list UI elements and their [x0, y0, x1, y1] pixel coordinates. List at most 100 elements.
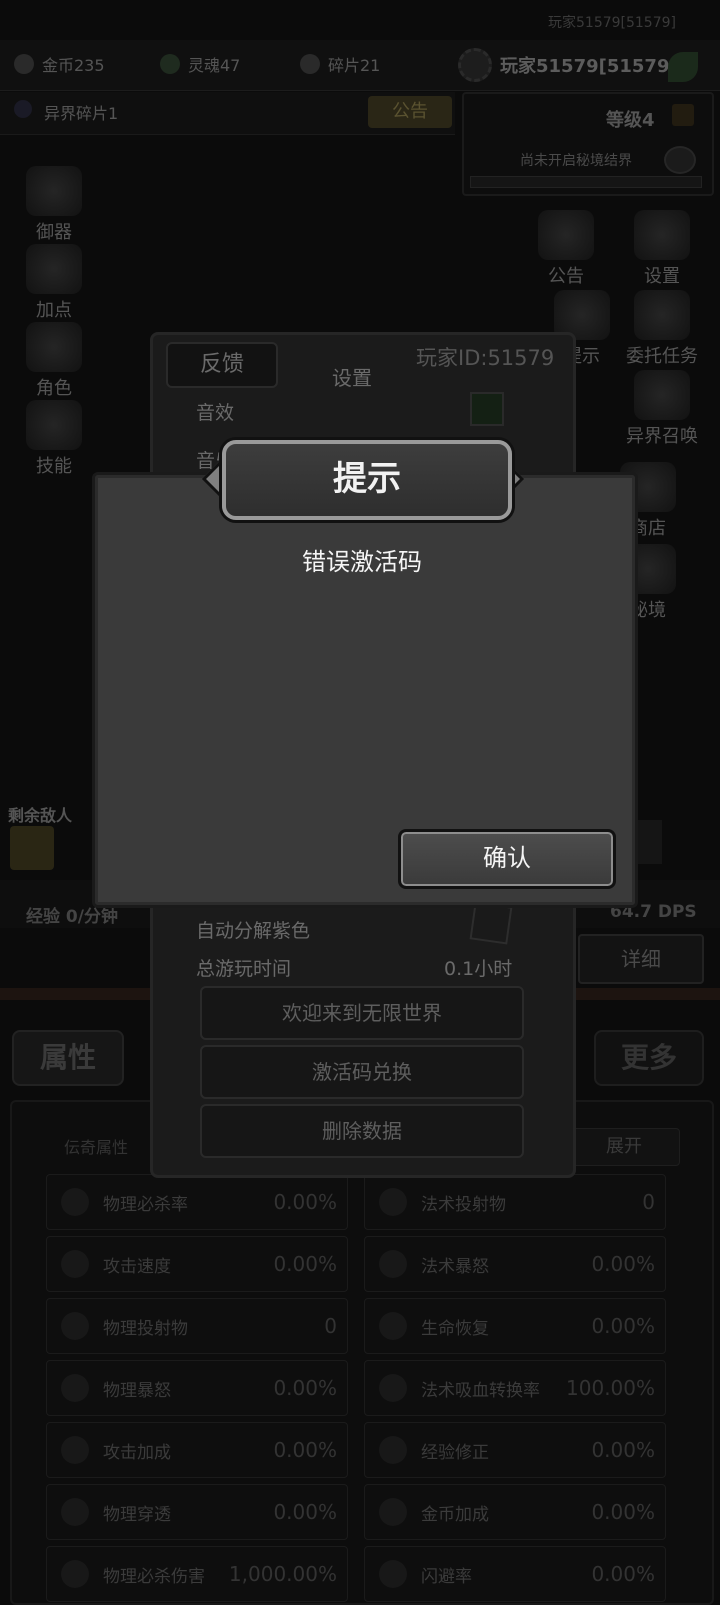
attribute-icon: [61, 1188, 89, 1216]
moon-icon: [14, 100, 32, 118]
summon-icon: [634, 370, 690, 420]
attribute-name: 闪避率: [421, 1567, 472, 1587]
attribute-row: 物理暴怒 0.00%: [46, 1360, 348, 1416]
sound-effect-label: 音效: [196, 402, 235, 424]
menu-notice[interactable]: 公告: [526, 210, 606, 288]
attribute-icon: [379, 1498, 407, 1526]
coin-resource: 金币235: [14, 52, 105, 76]
attribute-value: 100.00%: [566, 1376, 655, 1400]
menu-settings[interactable]: 设置: [622, 210, 702, 288]
attribute-icon: [379, 1374, 407, 1402]
attribute-name: 经验修正: [421, 1443, 489, 1463]
attribute-value: 0: [642, 1190, 655, 1214]
attribute-value: 0.00%: [273, 1438, 337, 1462]
attr-header: 伝奇属性: [64, 1138, 129, 1157]
attribute-icon: [379, 1436, 407, 1464]
soul-resource: 灵魂47: [160, 52, 240, 76]
menu-yuqi[interactable]: 御器: [14, 166, 94, 244]
leaf-icon[interactable]: [668, 52, 698, 82]
attribute-row: 法术暴怒 0.00%: [364, 1236, 666, 1292]
megaphone-icon: [538, 210, 594, 260]
confirm-button[interactable]: 确认: [398, 829, 616, 889]
attribute-icon: [61, 1560, 89, 1588]
attribute-value: 0.00%: [591, 1438, 655, 1462]
top-right-label: 玩家51579[51579]: [548, 15, 676, 31]
remaining-enemies-label: 剩余敌人: [8, 806, 73, 825]
total-play-time-value: 0.1小时: [444, 958, 513, 980]
detail-button[interactable]: 详细: [578, 934, 704, 984]
attribute-row: 攻击速度 0.00%: [46, 1236, 348, 1292]
attribute-value: 0.00%: [591, 1314, 655, 1338]
yuqi-icon: [26, 166, 82, 216]
attribute-row: 攻击加成 0.00%: [46, 1422, 348, 1478]
attribute-row: 物理必杀伤害 1,000.00%: [46, 1546, 348, 1602]
attribute-value: 1,000.00%: [228, 1562, 337, 1586]
soul-icon: [160, 54, 180, 74]
feedback-button[interactable]: 反馈: [166, 342, 278, 388]
dialog-message: 错误激活码: [302, 548, 422, 576]
secret-progress-bar: [470, 176, 702, 188]
tab-more[interactable]: 更多: [594, 1030, 704, 1086]
coin-icon: [14, 54, 34, 74]
attribute-row: 法术投射物 0: [364, 1174, 666, 1230]
attribute-value: 0.00%: [273, 1376, 337, 1400]
shard-resource: 碎片21: [300, 52, 380, 76]
attribute-value: 0.00%: [273, 1190, 337, 1214]
attribute-icon: [61, 1436, 89, 1464]
attribute-name: 法术投射物: [421, 1195, 506, 1215]
attribute-value: 0.00%: [273, 1252, 337, 1276]
attribute-row: 生命恢复 0.00%: [364, 1298, 666, 1354]
enemy-icon: [10, 826, 54, 870]
scroll-icon: [634, 290, 690, 340]
attribute-name: 法术暴怒: [421, 1257, 489, 1277]
attribute-icon: [61, 1374, 89, 1402]
attribute-name: 攻击加成: [103, 1443, 171, 1463]
total-play-time-label: 总游玩时间: [196, 958, 292, 980]
attribute-name: 攻击速度: [103, 1257, 171, 1277]
portal-icon: [664, 146, 696, 174]
menu-jineng[interactable]: 技能: [14, 400, 94, 478]
attribute-icon: [379, 1188, 407, 1216]
attribute-name: 物理穿透: [103, 1505, 171, 1525]
menu-summon[interactable]: 异界召唤: [622, 370, 702, 448]
attribute-row: 法术吸血转换率 100.00%: [364, 1360, 666, 1416]
auto-decompose-label: 自动分解紫色: [196, 920, 311, 942]
attribute-icon: [379, 1250, 407, 1278]
attribute-name: 物理投射物: [103, 1319, 188, 1339]
menu-juese[interactable]: 角色: [14, 322, 94, 400]
jineng-icon: [26, 400, 82, 450]
notice-button[interactable]: 公告: [368, 96, 452, 128]
expand-button[interactable]: 展开: [568, 1128, 680, 1166]
juese-icon: [26, 322, 82, 372]
attribute-icon: [61, 1312, 89, 1340]
attribute-icon: [61, 1250, 89, 1278]
attribute-row: 物理必杀率 0.00%: [46, 1174, 348, 1230]
gear-icon: [634, 210, 690, 260]
attribute-row: 物理投射物 0: [46, 1298, 348, 1354]
attribute-value: 0.00%: [591, 1562, 655, 1586]
player-name: 玩家51579[51579]: [500, 56, 678, 77]
attribute-icon: [379, 1312, 407, 1340]
player-id: 玩家ID:51579: [416, 346, 555, 370]
attribute-name: 生命恢复: [421, 1319, 489, 1339]
attribute-row: 闪避率 0.00%: [364, 1546, 666, 1602]
shard-icon: [300, 54, 320, 74]
attribute-name: 金币加成: [421, 1505, 489, 1525]
attribute-name: 物理必杀率: [103, 1195, 188, 1215]
fragment-label: 异界碎片1: [44, 104, 119, 123]
attribute-value: 0.00%: [273, 1500, 337, 1524]
sound-effect-checkbox[interactable]: [470, 392, 504, 426]
menu-jiadian[interactable]: 加点: [14, 244, 94, 322]
menu-commission[interactable]: 委托任务: [622, 290, 702, 368]
welcome-button[interactable]: 欢迎来到无限世界: [200, 986, 524, 1040]
level-label: 等级4: [606, 110, 655, 131]
settings-title: 设置: [332, 366, 372, 390]
gear-icon[interactable]: [458, 48, 492, 82]
attribute-name: 物理必杀伤害: [103, 1567, 205, 1587]
delete-data-button[interactable]: 删除数据: [200, 1104, 524, 1158]
redeem-code-button[interactable]: 激活码兑换: [200, 1045, 524, 1099]
attribute-icon: [379, 1560, 407, 1588]
attribute-row: 金币加成 0.00%: [364, 1484, 666, 1540]
attribute-name: 物理暴怒: [103, 1381, 171, 1401]
tab-attributes[interactable]: 属性: [12, 1030, 124, 1086]
